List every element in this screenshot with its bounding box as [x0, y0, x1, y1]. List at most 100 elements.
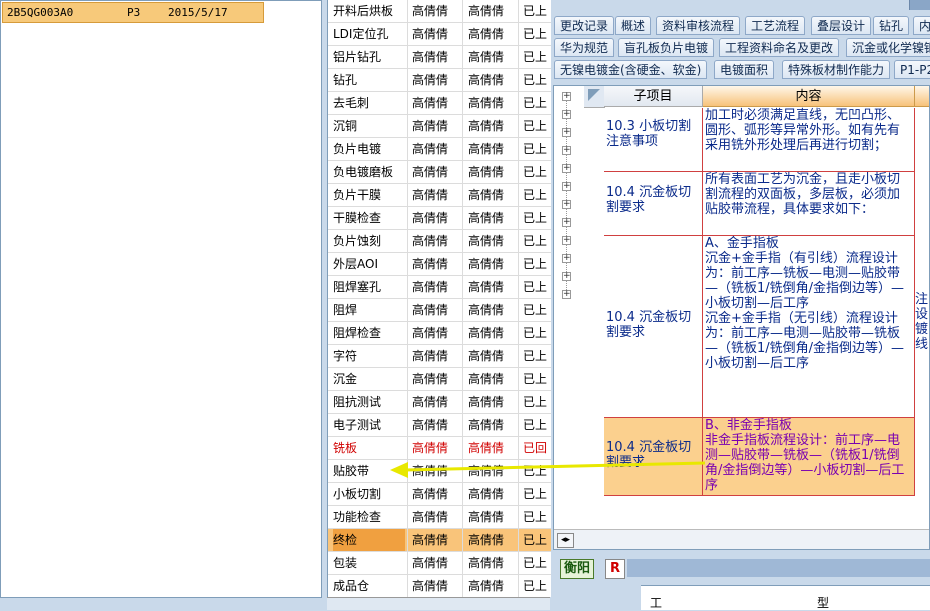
- process-row[interactable]: 成品仓 高倩倩 高倩倩 已上: [328, 575, 551, 597]
- column-divider: [462, 414, 463, 436]
- status-cell: 已上: [523, 211, 548, 225]
- process-row[interactable]: 电子测试 高倩倩 高倩倩 已上: [328, 414, 551, 437]
- column-divider: [407, 23, 408, 45]
- process-row[interactable]: 阻焊检查 高倩倩 高倩倩 已上: [328, 322, 551, 345]
- process-row[interactable]: 沉金 高倩倩 高倩倩 已上: [328, 368, 551, 391]
- process-row[interactable]: 铣板 高倩倩 高倩倩 已回: [328, 437, 551, 460]
- process-row[interactable]: 负片蚀刻 高倩倩 高倩倩 已上: [328, 230, 551, 253]
- process-step-cell: 电子测试: [333, 418, 382, 432]
- tree-expand-icon[interactable]: +: [562, 254, 571, 263]
- column-divider: [518, 92, 519, 114]
- tree-expand-icon[interactable]: +: [562, 290, 571, 299]
- process-row[interactable]: 钻孔 高倩倩 高倩倩 已上: [328, 69, 551, 92]
- process-row[interactable]: 小板切割 高倩倩 高倩倩 已上: [328, 483, 551, 506]
- grid-row-selected[interactable]: 10.4 沉金板切割要求 B、非金手指板 非金手指板流程设计：前工序—电测—贴胶…: [604, 418, 929, 496]
- tree-expand-icon[interactable]: +: [562, 218, 571, 227]
- tab-enig[interactable]: 沉金或化学镍钯: [846, 38, 930, 57]
- process-row[interactable]: 开料后烘板 高倩倩 高倩倩 已上: [328, 0, 551, 23]
- r-badge[interactable]: R: [605, 559, 625, 579]
- process-row[interactable]: 负片电镀 高倩倩 高倩倩 已上: [328, 138, 551, 161]
- column-divider: [462, 460, 463, 482]
- column-divider: [407, 322, 408, 344]
- tab-overview[interactable]: 概述: [615, 16, 652, 35]
- process-row[interactable]: LDI定位孔 高倩倩 高倩倩 已上: [328, 23, 551, 46]
- column-divider: [407, 391, 408, 413]
- reviewer-cell: 高倩倩: [468, 211, 505, 225]
- process-row[interactable]: 干膜检查 高倩倩 高倩倩 已上: [328, 207, 551, 230]
- column-divider: [407, 46, 408, 68]
- tab-nickel-free-gold[interactable]: 无镍电镀金(含硬金、软金): [554, 60, 708, 79]
- tree-expand-icon[interactable]: +: [562, 92, 571, 101]
- scroll-left-icon[interactable]: ◂▸: [557, 533, 574, 548]
- reviewer-cell: 高倩倩: [468, 165, 505, 179]
- tree-expand-icon[interactable]: +: [562, 182, 571, 191]
- status-bar: [627, 559, 930, 577]
- process-row[interactable]: 负电镀磨板 高倩倩 高倩倩 已上: [328, 161, 551, 184]
- reviewer-cell: 高倩倩: [468, 533, 505, 547]
- tree-expand-icon[interactable]: +: [562, 200, 571, 209]
- tab-huawei-spec[interactable]: 华为规范: [554, 38, 615, 57]
- window-title-tab[interactable]: [909, 0, 930, 10]
- operator-cell: 高倩倩: [412, 395, 449, 409]
- operator-cell: 高倩倩: [412, 27, 449, 41]
- process-row[interactable]: 阻焊 高倩倩 高倩倩 已上: [328, 299, 551, 322]
- tree-expand-icon[interactable]: +: [562, 110, 571, 119]
- tab-blind-via-plating[interactable]: 盲孔板负片电镀: [618, 38, 715, 57]
- process-row[interactable]: 终检 高倩倩 高倩倩 已上: [328, 529, 551, 552]
- operator-cell: 高倩倩: [412, 50, 449, 64]
- grid-row[interactable]: 10.3 小板切割注意事项 加工时必须满足直线，无凹凸形、圆形、弧形等异常外形。…: [604, 108, 929, 172]
- grid-row[interactable]: 10.4 沉金板切割要求 A、金手指板 沉金+金手指（有引线）流程设计为：前工序…: [604, 236, 929, 418]
- header-content[interactable]: 内容: [703, 86, 915, 107]
- column-divider: [407, 552, 408, 574]
- process-row[interactable]: 功能检查 高倩倩 高倩倩 已上: [328, 506, 551, 529]
- process-row[interactable]: 沉铜 高倩倩 高倩倩 已上: [328, 115, 551, 138]
- status-cell: 已上: [523, 579, 548, 593]
- order-date: 2015/5/17: [168, 6, 228, 19]
- column-divider: [407, 161, 408, 183]
- tab-drilling[interactable]: 钻孔: [873, 16, 910, 35]
- column-divider: [462, 46, 463, 68]
- column-divider: [462, 483, 463, 505]
- status-cell: 已上: [523, 326, 548, 340]
- status-cell: 已上: [523, 50, 548, 64]
- column-divider: [407, 69, 408, 91]
- process-row[interactable]: 贴胶带 高倩倩 高倩倩 已上: [328, 460, 551, 483]
- process-row[interactable]: 负片干膜 高倩倩 高倩倩 已上: [328, 184, 551, 207]
- tab-more[interactable]: 内: [913, 16, 930, 35]
- tab-special-material[interactable]: 特殊板材制作能力: [782, 60, 891, 79]
- header-sub-item[interactable]: 子项目: [604, 86, 703, 107]
- tree-expand-icon[interactable]: +: [562, 164, 571, 173]
- process-row[interactable]: 阻抗测试 高倩倩 高倩倩 已上: [328, 391, 551, 414]
- tab-stackup[interactable]: 叠层设计: [811, 16, 872, 35]
- tab-process-flow[interactable]: 工艺流程: [745, 16, 806, 35]
- reviewer-cell: 高倩倩: [468, 372, 505, 386]
- process-row[interactable]: 铝片钻孔 高倩倩 高倩倩 已上: [328, 46, 551, 69]
- process-row[interactable]: 包装 高倩倩 高倩倩 已上: [328, 552, 551, 575]
- reviewer-cell: 高倩倩: [468, 73, 505, 87]
- column-divider: [518, 414, 519, 436]
- process-step-cell: 沉铜: [333, 119, 358, 133]
- tree-expand-icon[interactable]: +: [562, 272, 571, 281]
- column-divider: [518, 0, 519, 22]
- grid-row[interactable]: 10.4 沉金板切割要求 所有表面工艺为沉金，且走小板切割流程的双面板，多层板，…: [604, 172, 929, 236]
- tab-change-log[interactable]: 更改记录: [554, 16, 615, 35]
- process-row[interactable]: 字符 高倩倩 高倩倩 已上: [328, 345, 551, 368]
- tree-expand-icon[interactable]: +: [562, 236, 571, 245]
- content-cell: 所有表面工艺为沉金，且走小板切割流程的双面板，多层板，必须加贴胶带流程，具体要求…: [703, 172, 915, 236]
- process-step-cell: 成品仓: [333, 579, 370, 593]
- tab-naming-change[interactable]: 工程资料命名及更改: [719, 38, 840, 57]
- city-label: 衡阳: [560, 559, 595, 579]
- order-list-row-selected[interactable]: 2B5QG003A0 P3 2015/5/17: [2, 2, 264, 23]
- tab-review-flow[interactable]: 资料审核流程: [656, 16, 741, 35]
- reviewer-cell: 高倩倩: [468, 579, 505, 593]
- process-row[interactable]: 去毛刺 高倩倩 高倩倩 已上: [328, 92, 551, 115]
- select-all-corner[interactable]: [584, 86, 605, 108]
- tree-expand-icon[interactable]: +: [562, 128, 571, 137]
- header-extra[interactable]: [915, 86, 929, 107]
- horizontal-scrollbar[interactable]: ◂▸: [554, 529, 929, 549]
- tree-expand-icon[interactable]: +: [562, 146, 571, 155]
- tab-plating-area[interactable]: 电镀面积: [714, 60, 775, 79]
- process-row[interactable]: 外层AOI 高倩倩 高倩倩 已上: [328, 253, 551, 276]
- tab-p1-p2[interactable]: P1-P2: [894, 60, 930, 79]
- process-row[interactable]: 阻焊塞孔 高倩倩 高倩倩 已上: [328, 276, 551, 299]
